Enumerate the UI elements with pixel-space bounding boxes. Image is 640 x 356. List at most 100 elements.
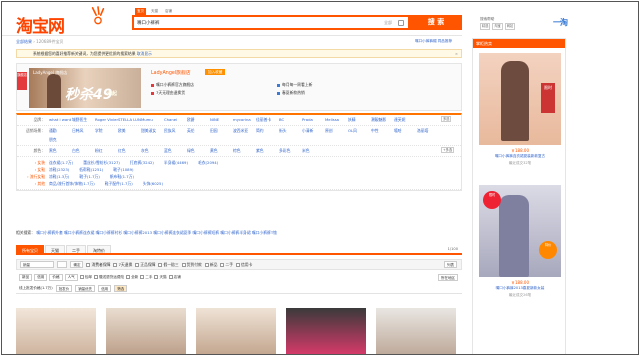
filter-value[interactable]: 多彩色	[279, 148, 302, 154]
product-card[interactable]	[286, 308, 366, 354]
price-min-input[interactable]	[57, 261, 68, 268]
category-item[interactable]: 帆布鞋(1.7万)	[110, 173, 134, 180]
filter-value[interactable]: Melissa	[325, 117, 348, 123]
related-link[interactable]: 嘴口小裤裤外套	[36, 230, 63, 235]
ok-button[interactable]: 确定	[70, 261, 84, 268]
filter-value[interactable]: Mumu	[141, 117, 164, 123]
sort-option[interactable]: 价格	[49, 273, 63, 281]
filter-value[interactable]: NINE	[210, 117, 233, 123]
view-toggle[interactable]: 列表	[444, 261, 457, 268]
filter-value[interactable]: 潮靓魅影	[371, 117, 394, 123]
batch-select[interactable]: 销量优先	[75, 285, 96, 292]
category-label[interactable]: › 其他	[21, 180, 45, 187]
check-item[interactable]: 正品保障	[135, 262, 155, 268]
tab-all[interactable]: 所有宝贝	[16, 245, 44, 253]
related-link[interactable]: 嘴口小裤裤连衣裙夏季	[153, 230, 191, 235]
tab-baobei[interactable]: 宝贝	[135, 8, 146, 15]
suggest-link[interactable]: 同品推荐	[438, 39, 452, 43]
filter-value[interactable]: 通勤	[49, 128, 72, 134]
filter-value[interactable]: 嘻哈	[394, 128, 417, 134]
help-link[interactable]: 网站	[504, 23, 516, 30]
filter-value[interactable]: 米色	[302, 148, 325, 154]
product-name[interactable]: 嘴口小裤裤连衣裙夏装新款复古	[479, 154, 561, 159]
related-link[interactable]: 嘴口小裤裤短裤	[192, 230, 219, 235]
category-item[interactable]: 半身裙(4469)	[164, 159, 188, 166]
category-item[interactable]: 毛衣(2094)	[198, 159, 218, 166]
filter-value[interactable]: 红色	[118, 148, 141, 154]
filter-value[interactable]: 学院	[95, 128, 118, 134]
breadcrumb-root[interactable]: 全部结果	[16, 39, 32, 44]
filter-value[interactable]: 日韩风	[72, 128, 95, 134]
yitao-logo[interactable]: 一淘	[553, 17, 568, 28]
sort-option[interactable]: 信用	[34, 273, 48, 281]
filter-value[interactable]: 灰色	[141, 148, 164, 154]
category-item[interactable]: 低帮鞋(1251)	[79, 166, 103, 173]
filter-value[interactable]: 民族风	[164, 128, 187, 134]
related-link[interactable]: 嘴口小裤裤T恤	[252, 230, 277, 235]
filter-value[interactable]: 城野医生	[72, 117, 95, 123]
filter-value[interactable]: 蓝色	[164, 148, 187, 154]
option-item[interactable]: 店铺	[168, 274, 181, 280]
product-card[interactable]	[106, 308, 186, 354]
filter-value[interactable]: 原创	[325, 128, 348, 134]
filter-value[interactable]: 波西米亚	[233, 128, 256, 134]
category-item[interactable]: 靴子(1.7万)	[79, 173, 99, 180]
category-label[interactable]: › 流行女鞋	[21, 173, 45, 180]
close-icon[interactable]: ×	[455, 50, 458, 57]
filter-value[interactable]: 简约	[256, 128, 279, 134]
related-link[interactable]: 嘴口小裤裤2013	[123, 230, 152, 235]
help-link[interactable]: 淘宝	[492, 23, 503, 30]
filter-value[interactable]: 粉红	[95, 148, 118, 154]
category-item[interactable]: 商品/流行首饰/饰物(1.7万)	[49, 180, 95, 187]
search-scope-select[interactable]: 全部	[384, 20, 392, 26]
option-item[interactable]: 全新	[126, 274, 138, 280]
tab-sale[interactable]: 淘特价	[87, 245, 111, 253]
shop-name[interactable]: LadyAngel旗舰店	[151, 69, 191, 76]
filter-value[interactable]: 黄色	[210, 148, 233, 154]
option-item[interactable]: 二手	[140, 274, 152, 280]
notice-link[interactable]: 取消显示	[137, 51, 152, 56]
tab-secondhand[interactable]: 二手	[66, 245, 86, 253]
product-card[interactable]	[196, 308, 276, 354]
category-item[interactable]: 头饰(6025)	[143, 180, 163, 187]
filter-value[interactable]: 甜美淑女	[141, 128, 164, 134]
filter-value[interactable]: 中性	[371, 128, 394, 134]
follow-button[interactable]: 加入收藏	[205, 69, 226, 75]
sidebar-product[interactable]: 限时 特价 ￥188.00 嘴口小裤裤2013春夏新款女装 最近成交26笔	[479, 185, 561, 298]
location-select[interactable]: 所在地区	[438, 273, 458, 281]
check-item[interactable]: 二手	[220, 262, 233, 268]
related-link[interactable]: 嘴口小裤裤衬衫	[96, 230, 123, 235]
filter-value[interactable]: 朋克	[49, 137, 72, 143]
filter-value[interactable]: BC	[279, 117, 302, 123]
filter-value[interactable]: 黑色	[49, 148, 72, 154]
category-item[interactable]: 凉鞋(1.3万)	[49, 173, 69, 180]
related-link[interactable]: 嘴口小裤裤连衣裙	[64, 230, 94, 235]
help-link[interactable]: 精选	[480, 23, 491, 30]
category-item[interactable]: 打底裤(3242)	[130, 159, 154, 166]
multi-select-button[interactable]: +多选	[441, 147, 455, 153]
filter-value[interactable]: 小清新	[302, 128, 325, 134]
filter-value[interactable]: 洛丽塔	[417, 128, 440, 134]
category-label[interactable]: › 女鞋	[21, 166, 45, 173]
check-item[interactable]: 7天退换	[113, 262, 132, 268]
category-item[interactable]: 连衣裙(1.7万)	[49, 159, 73, 166]
filter-value[interactable]: Prada	[302, 117, 325, 123]
filter-value[interactable]: 街头	[279, 128, 302, 134]
sidebar-product[interactable]: 限时 ￥188.00 嘴口小裤裤连衣裙夏装新款复古 最近成交32笔	[479, 53, 561, 166]
check-item[interactable]: 假一赔三	[158, 262, 179, 268]
filter-value[interactable]: 英伦	[187, 128, 210, 134]
multi-select-button[interactable]: 多选	[441, 116, 452, 122]
filter-hint[interactable]: 筛选	[114, 285, 128, 292]
product-card[interactable]	[376, 308, 456, 354]
product-name[interactable]: 嘴口小裤裤2013春夏新款女装	[479, 286, 561, 291]
suggest-link[interactable]: 嘴口小裤裤帽	[415, 39, 437, 43]
batch-select[interactable]: 信用	[98, 285, 112, 292]
filter-value[interactable]: 田园	[210, 128, 233, 134]
check-item[interactable]: 新品	[204, 262, 217, 268]
check-item[interactable]: 信用卡	[236, 262, 252, 268]
filter-value[interactable]: 達芙妮	[394, 117, 417, 123]
related-link[interactable]: 嘴口小裤裤半身裙	[220, 230, 250, 235]
filter-value[interactable]: mycorina	[233, 117, 256, 123]
category-item[interactable]: 鞋子配件(1.7万)	[105, 180, 133, 187]
check-item[interactable]: 消费者保障	[86, 262, 110, 268]
